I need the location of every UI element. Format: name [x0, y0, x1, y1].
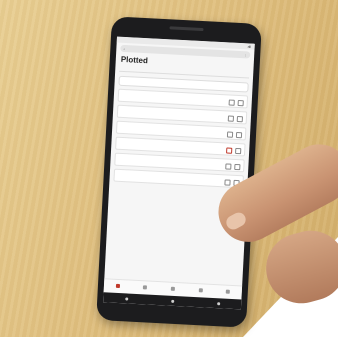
- edit-icon[interactable]: [228, 99, 235, 106]
- tab-2[interactable]: [152, 70, 183, 72]
- photo-scene: ▴▮ ⌂ ⋮ Plotted: [0, 0, 338, 337]
- list-item-label: [120, 123, 242, 129]
- list-item-label: [119, 155, 241, 161]
- tab-4[interactable]: [218, 74, 249, 76]
- list-item-label: [122, 91, 244, 97]
- list-item-name: [121, 108, 221, 113]
- url-text[interactable]: [128, 49, 241, 55]
- list-icon: [143, 285, 148, 290]
- nav-item-3[interactable]: [170, 286, 175, 292]
- profile-icon: [225, 289, 231, 294]
- alert-icon[interactable]: [226, 147, 233, 154]
- map-icon: [170, 286, 175, 291]
- nav-item-2[interactable]: [143, 285, 148, 290]
- list-item-name: [119, 156, 219, 161]
- list-item-label: [120, 139, 242, 145]
- nav-item-5[interactable]: [225, 289, 231, 295]
- tab-3[interactable]: [185, 72, 216, 74]
- nav-item-1[interactable]: [115, 283, 120, 289]
- edit-icon[interactable]: [227, 115, 235, 122]
- list-item-name: [118, 172, 218, 177]
- delete-icon[interactable]: [237, 99, 244, 107]
- delete-icon[interactable]: [234, 163, 241, 171]
- edit-icon[interactable]: [224, 179, 231, 186]
- list-item-name: [120, 124, 220, 129]
- edit-icon[interactable]: [226, 131, 234, 138]
- speaker-grille: [169, 26, 204, 32]
- list-item-name: [120, 140, 220, 145]
- smartphone: ▴▮ ⌂ ⋮ Plotted: [96, 16, 262, 328]
- home-icon: [115, 283, 120, 289]
- phone-screen: ▴▮ ⌂ ⋮ Plotted: [103, 36, 255, 310]
- delete-icon[interactable]: [236, 115, 244, 123]
- delete-icon[interactable]: [235, 147, 242, 155]
- list-item-name: [122, 92, 222, 97]
- recents-icon[interactable]: [216, 301, 220, 305]
- list-item[interactable]: [113, 168, 244, 189]
- back-icon[interactable]: [124, 296, 128, 300]
- home-button-icon[interactable]: [170, 299, 174, 303]
- nav-item-4[interactable]: [198, 288, 203, 293]
- edit-icon[interactable]: [225, 163, 232, 170]
- list-item-label: [118, 171, 240, 177]
- list-item-label: [121, 107, 243, 113]
- tab-1[interactable]: [119, 69, 150, 71]
- delete-icon[interactable]: [235, 131, 243, 139]
- home-icon[interactable]: ⌂: [123, 46, 125, 50]
- menu-icon[interactable]: ⋮: [244, 53, 247, 57]
- calendar-icon: [198, 288, 203, 293]
- signal-icon: ▴▮: [247, 44, 251, 49]
